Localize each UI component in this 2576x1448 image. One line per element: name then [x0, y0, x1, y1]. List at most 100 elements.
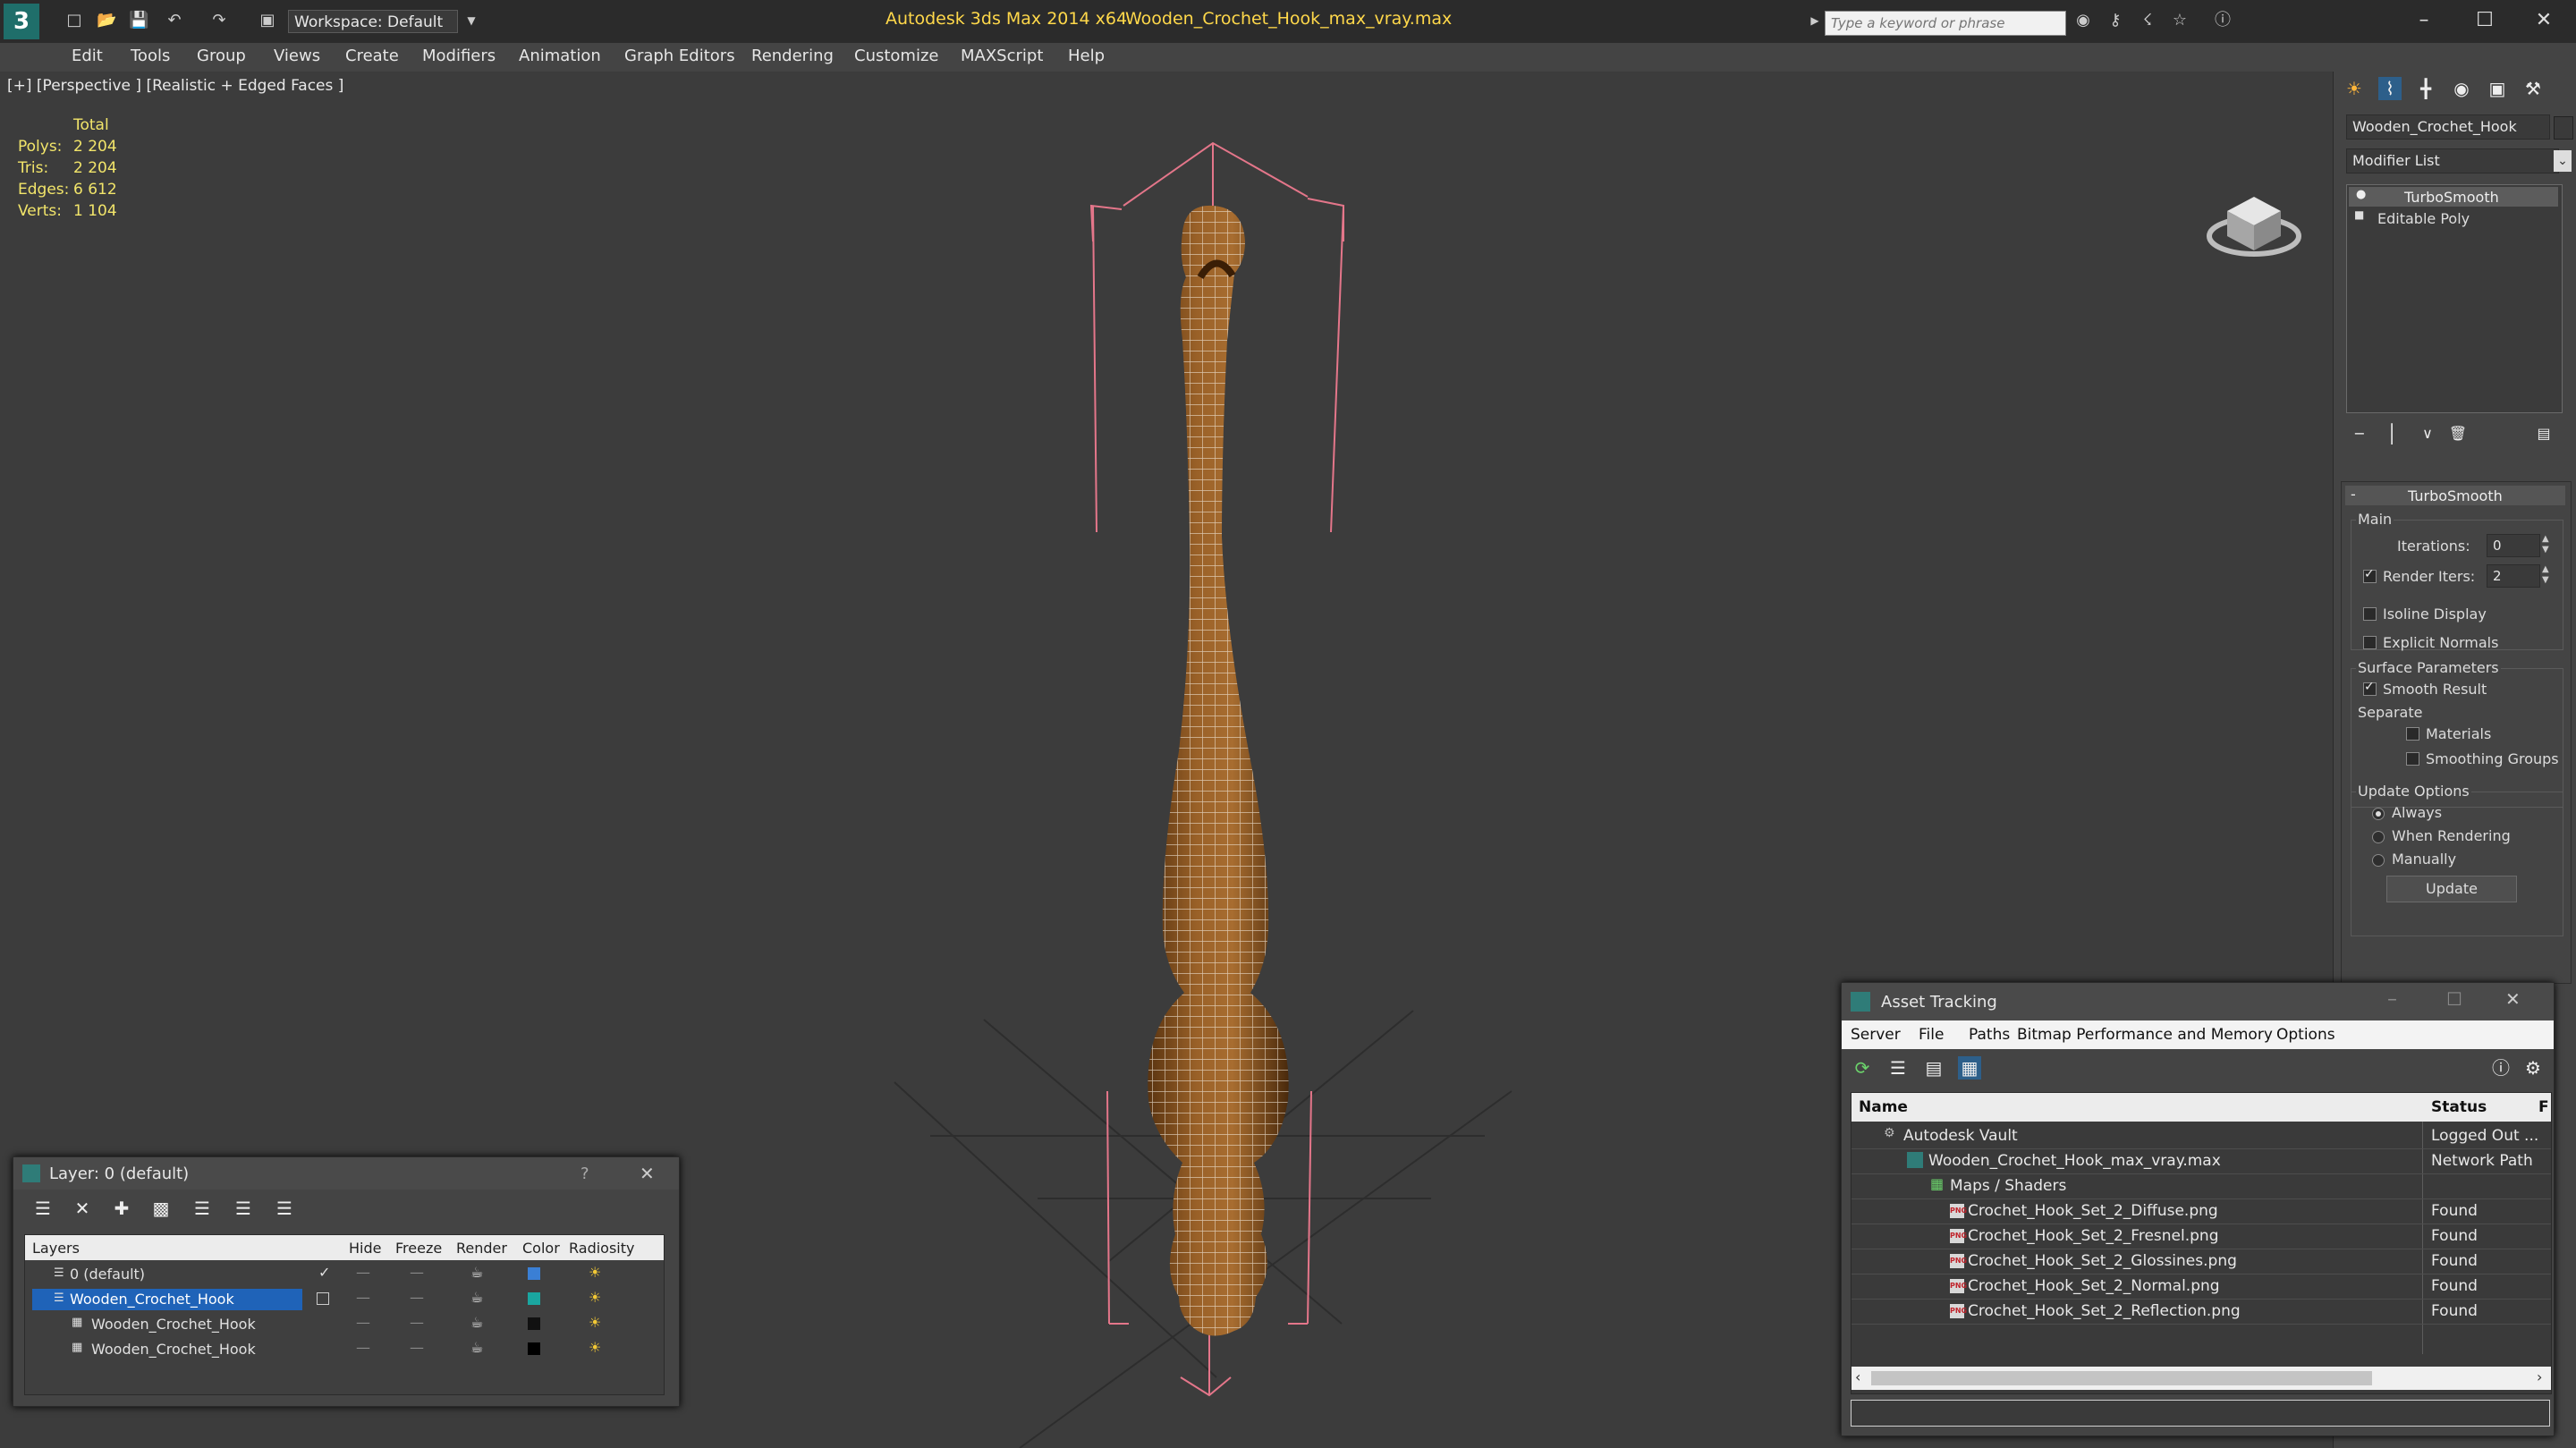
menu-file[interactable]: File	[1919, 1026, 1944, 1044]
active-check-icon[interactable]: ✓	[318, 1264, 330, 1281]
menu-animation[interactable]: Animation	[519, 47, 601, 65]
when-rendering-radio[interactable]	[2372, 831, 2385, 843]
configure-sets-icon[interactable]: ▤	[2532, 422, 2555, 445]
refresh-icon[interactable]: ⟳	[1851, 1056, 1874, 1080]
render-iters-checkbox[interactable]	[2363, 567, 2377, 583]
table-row[interactable]: Wooden_Crochet_Hook_max_vray.max Network…	[1852, 1148, 2551, 1174]
scroll-right-icon[interactable]: ›	[2537, 1368, 2542, 1385]
render-teapot-icon[interactable]: ☕	[470, 1339, 483, 1356]
color-swatch[interactable]	[528, 1342, 540, 1355]
hide-toggle[interactable]: —	[356, 1264, 370, 1281]
freeze-toggle[interactable]: —	[410, 1314, 424, 1331]
modifier-stack[interactable]: ● TurboSmooth ■ Editable Poly	[2346, 184, 2563, 413]
table-row[interactable]: ▦ Wooden_Crochet_Hook — — ☕ ☀	[25, 1312, 664, 1337]
column-name[interactable]: Name	[1859, 1098, 1908, 1116]
minimize-icon[interactable]: –	[2387, 988, 2397, 1011]
freeze-toggle[interactable]: —	[410, 1289, 424, 1306]
table-row[interactable]: PNGCrochet_Hook_Set_2_Reflection.png Fou…	[1852, 1299, 2551, 1325]
menu-graph-editors[interactable]: Graph Editors	[624, 47, 735, 65]
freeze-toggle[interactable]: —	[410, 1339, 424, 1356]
object-color-swatch[interactable]	[2554, 116, 2573, 140]
save-file-icon[interactable]: 💾	[129, 11, 148, 30]
minimize-icon[interactable]: –	[2397, 5, 2451, 36]
delete-layer-icon[interactable]: ✕	[71, 1197, 94, 1220]
tree-view-icon[interactable]: ▤	[1922, 1056, 1945, 1080]
rollout-header[interactable]: - TurboSmooth	[2345, 486, 2565, 505]
spinner-arrows-icon[interactable]: ▲ ▼	[2542, 534, 2549, 555]
add-to-layer-icon[interactable]: ✚	[110, 1197, 133, 1220]
display-tab-icon[interactable]: ▣	[2486, 77, 2509, 100]
always-radio[interactable]	[2372, 808, 2385, 820]
menu-views[interactable]: Views	[274, 47, 320, 65]
modify-tab-icon[interactable]: ⌇	[2378, 77, 2402, 100]
scrollbar-thumb[interactable]	[1871, 1371, 2372, 1385]
materials-checkbox[interactable]	[2406, 727, 2419, 741]
help-button[interactable]: ?	[580, 1164, 589, 1183]
column-render[interactable]: Render	[456, 1240, 507, 1257]
table-row[interactable]: ☰ Wooden_Crochet_Hook — — ☕ ☀	[25, 1287, 664, 1312]
menu-help[interactable]: Help	[1068, 47, 1105, 65]
color-swatch[interactable]	[528, 1317, 540, 1330]
hide-toggle[interactable]: —	[356, 1314, 370, 1331]
hide-toggle[interactable]: —	[356, 1339, 370, 1356]
undo-icon[interactable]: ↶	[165, 11, 184, 30]
pin-stack-icon[interactable]: −	[2348, 422, 2371, 445]
maximize-icon[interactable]: ☐	[2446, 988, 2462, 1010]
hide-all-icon[interactable]: ☰	[232, 1197, 255, 1220]
search-input[interactable]	[1825, 11, 2066, 36]
column-color[interactable]: Color	[522, 1240, 560, 1257]
redo-icon[interactable]: ↷	[209, 11, 229, 30]
open-file-icon[interactable]: 📂	[97, 11, 116, 30]
render-teapot-icon[interactable]: ☕	[470, 1264, 483, 1281]
object-name-field[interactable]: Wooden_Crochet_Hook	[2346, 114, 2550, 140]
menu-group[interactable]: Group	[197, 47, 246, 65]
freeze-all-icon[interactable]: ☰	[273, 1197, 296, 1220]
menu-rendering[interactable]: Rendering	[751, 47, 834, 65]
menu-customize[interactable]: Customize	[854, 47, 938, 65]
table-row[interactable]: ▦ Maps / Shaders	[1852, 1173, 2551, 1199]
asset-path-field[interactable]	[1851, 1400, 2550, 1427]
create-layer-icon[interactable]: ☰	[31, 1197, 55, 1220]
horizontal-scrollbar[interactable]: ‹ ›	[1852, 1367, 2551, 1390]
column-extra[interactable]: F	[2538, 1098, 2549, 1116]
app-logo-icon[interactable]: 3	[4, 4, 39, 39]
table-row[interactable]: PNGCrochet_Hook_Set_2_Fresnel.png Found	[1852, 1224, 2551, 1249]
stack-item-turbosmooth[interactable]: ● TurboSmooth	[2349, 187, 2558, 207]
active-checkbox[interactable]	[317, 1292, 329, 1305]
maximize-icon[interactable]: ☐	[2458, 5, 2512, 36]
subscription-icon[interactable]: ☇	[2138, 11, 2157, 30]
scroll-left-icon[interactable]: ‹	[1855, 1368, 1860, 1385]
column-hide[interactable]: Hide	[349, 1240, 381, 1257]
list-view-icon[interactable]: ☰	[1886, 1056, 1910, 1080]
menu-server[interactable]: Server	[1851, 1026, 1901, 1044]
iterations-spinner[interactable]: 0	[2487, 534, 2540, 557]
isoline-display-checkbox[interactable]	[2363, 607, 2377, 621]
menu-paths[interactable]: Paths	[1969, 1026, 2010, 1044]
modifier-list-dropdown[interactable]: Modifier List	[2346, 148, 2559, 174]
motion-tab-icon[interactable]: ◉	[2450, 77, 2473, 100]
table-row[interactable]: ⚙ Autodesk Vault Logged Out ...	[1852, 1123, 2551, 1149]
search-expand-icon[interactable]: ▶	[1805, 11, 1825, 30]
smoothing-groups-checkbox[interactable]	[2406, 752, 2419, 766]
color-swatch[interactable]	[528, 1267, 540, 1280]
binoculars-icon[interactable]: ◉	[2073, 11, 2093, 30]
close-icon[interactable]: ✕	[640, 1163, 655, 1184]
column-freeze[interactable]: Freeze	[395, 1240, 442, 1257]
expand-icon[interactable]: ■	[2354, 208, 2364, 221]
key-icon[interactable]: ⚷	[2106, 11, 2125, 30]
manually-radio[interactable]	[2372, 854, 2385, 867]
radiosity-sun-icon[interactable]: ☀	[589, 1264, 601, 1281]
table-row[interactable]: ▦ Wooden_Crochet_Hook — — ☕ ☀	[25, 1337, 664, 1362]
stack-item-editable-poly[interactable]: ■ Editable Poly	[2349, 208, 2558, 228]
table-view-icon[interactable]: ▦	[1958, 1056, 1981, 1080]
hierarchy-tab-icon[interactable]: ╋	[2414, 77, 2437, 100]
dialog-titlebar[interactable]: Layer: 0 (default) ? ✕	[13, 1157, 679, 1190]
chevron-down-icon[interactable]: ⌄	[2554, 150, 2572, 172]
show-end-result-icon[interactable]: │	[2380, 422, 2403, 445]
menu-create[interactable]: Create	[345, 47, 399, 65]
menu-modifiers[interactable]: Modifiers	[422, 47, 496, 65]
highlight-layer-icon[interactable]: ☰	[191, 1197, 214, 1220]
column-status[interactable]: Status	[2431, 1098, 2487, 1116]
menu-options[interactable]: Options	[2276, 1026, 2335, 1044]
project-folder-icon[interactable]: ▣	[258, 11, 277, 30]
